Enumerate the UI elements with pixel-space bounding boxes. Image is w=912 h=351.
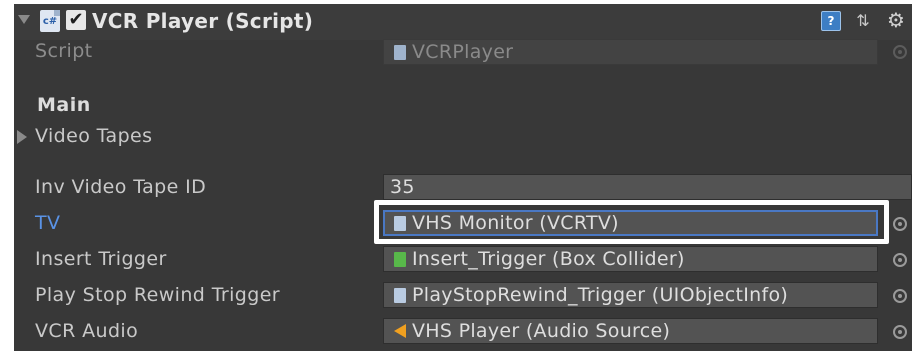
- play-stop-rewind-trigger-object-field[interactable]: PlayStopRewind_Trigger (UIObjectInfo): [383, 282, 878, 308]
- script-file-icon: [394, 45, 406, 60]
- inv-video-tape-id-input[interactable]: 35: [383, 174, 912, 200]
- vcr-audio-object-field[interactable]: VHS Player (Audio Source): [383, 318, 878, 344]
- inv-video-tape-id-label: Inv Video Tape ID: [35, 176, 207, 198]
- component-header[interactable]: c# ✔ VCR Player (Script) ? ⇅ ⚙: [14, 4, 912, 40]
- script-picker-icon: [893, 45, 907, 59]
- video-tapes-foldout[interactable]: Video Tapes: [35, 125, 152, 147]
- foldout-arrow-icon[interactable]: [18, 15, 30, 24]
- component-title: VCR Player (Script): [92, 9, 314, 33]
- play-stop-rewind-trigger-label: Play Stop Rewind Trigger: [35, 284, 281, 306]
- script-field-value: VCRPlayer: [412, 41, 514, 63]
- gear-icon[interactable]: ⚙: [884, 8, 908, 32]
- inspector-panel: c# ✔ VCR Player (Script) ? ⇅ ⚙ Script VC…: [14, 4, 912, 351]
- vcr-audio-value: VHS Player (Audio Source): [412, 320, 671, 342]
- vcr-audio-label: VCR Audio: [35, 320, 139, 342]
- tv-label: TV: [35, 212, 61, 234]
- insert-trigger-value: Insert_Trigger (Box Collider): [412, 248, 685, 270]
- insert-trigger-picker-icon[interactable]: [893, 253, 907, 267]
- presets-icon[interactable]: ⇅: [853, 11, 873, 31]
- ui-object-info-script-icon: [394, 288, 406, 303]
- help-icon[interactable]: ?: [821, 11, 841, 31]
- script-field: VCRPlayer: [383, 39, 878, 65]
- section-header-main: Main: [37, 94, 91, 116]
- insert-trigger-object-field[interactable]: Insert_Trigger (Box Collider): [383, 246, 878, 272]
- play-stop-rewind-trigger-value: PlayStopRewind_Trigger (UIObjectInfo): [412, 284, 789, 306]
- tv-object-picker-icon[interactable]: [893, 217, 907, 231]
- box-collider-icon: [394, 252, 406, 267]
- vcr-audio-picker-icon[interactable]: [893, 325, 907, 339]
- component-enabled-checkbox[interactable]: ✔: [66, 10, 86, 30]
- script-label: Script: [35, 40, 93, 62]
- highlight-frame: [374, 200, 889, 244]
- insert-trigger-label: Insert Trigger: [35, 248, 167, 270]
- play-stop-rewind-trigger-picker-icon[interactable]: [893, 289, 907, 303]
- video-tapes-foldout-icon[interactable]: [17, 130, 27, 144]
- speaker-icon: [394, 324, 406, 338]
- csharp-script-icon: c#: [40, 10, 60, 32]
